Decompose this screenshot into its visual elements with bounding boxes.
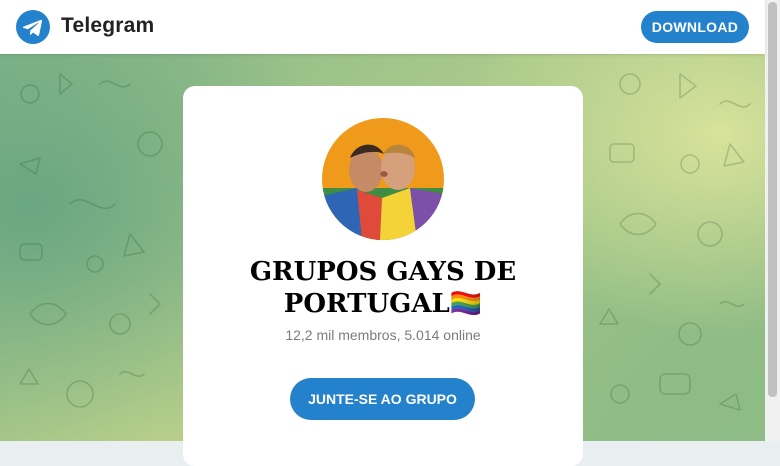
brand-name: Telegram <box>61 14 155 37</box>
join-group-button[interactable]: JUNTE-SE AO GRUPO <box>290 378 475 420</box>
scrollbar-thumb[interactable] <box>768 2 777 397</box>
member-count: 12,2 mil membros, 5.014 online <box>285 327 481 343</box>
download-button[interactable]: DOWNLOAD <box>641 11 749 43</box>
group-avatar <box>322 118 444 240</box>
group-title: GRUPOS GAYS DE PORTUGAL🏳️‍🌈 <box>249 257 517 319</box>
scrollbar[interactable] <box>765 0 780 441</box>
channel-card: GRUPOS GAYS DE PORTUGAL🏳️‍🌈 12,2 mil mem… <box>183 86 583 466</box>
telegram-logo-icon[interactable] <box>16 10 50 44</box>
top-bar: Telegram DOWNLOAD <box>0 0 765 54</box>
